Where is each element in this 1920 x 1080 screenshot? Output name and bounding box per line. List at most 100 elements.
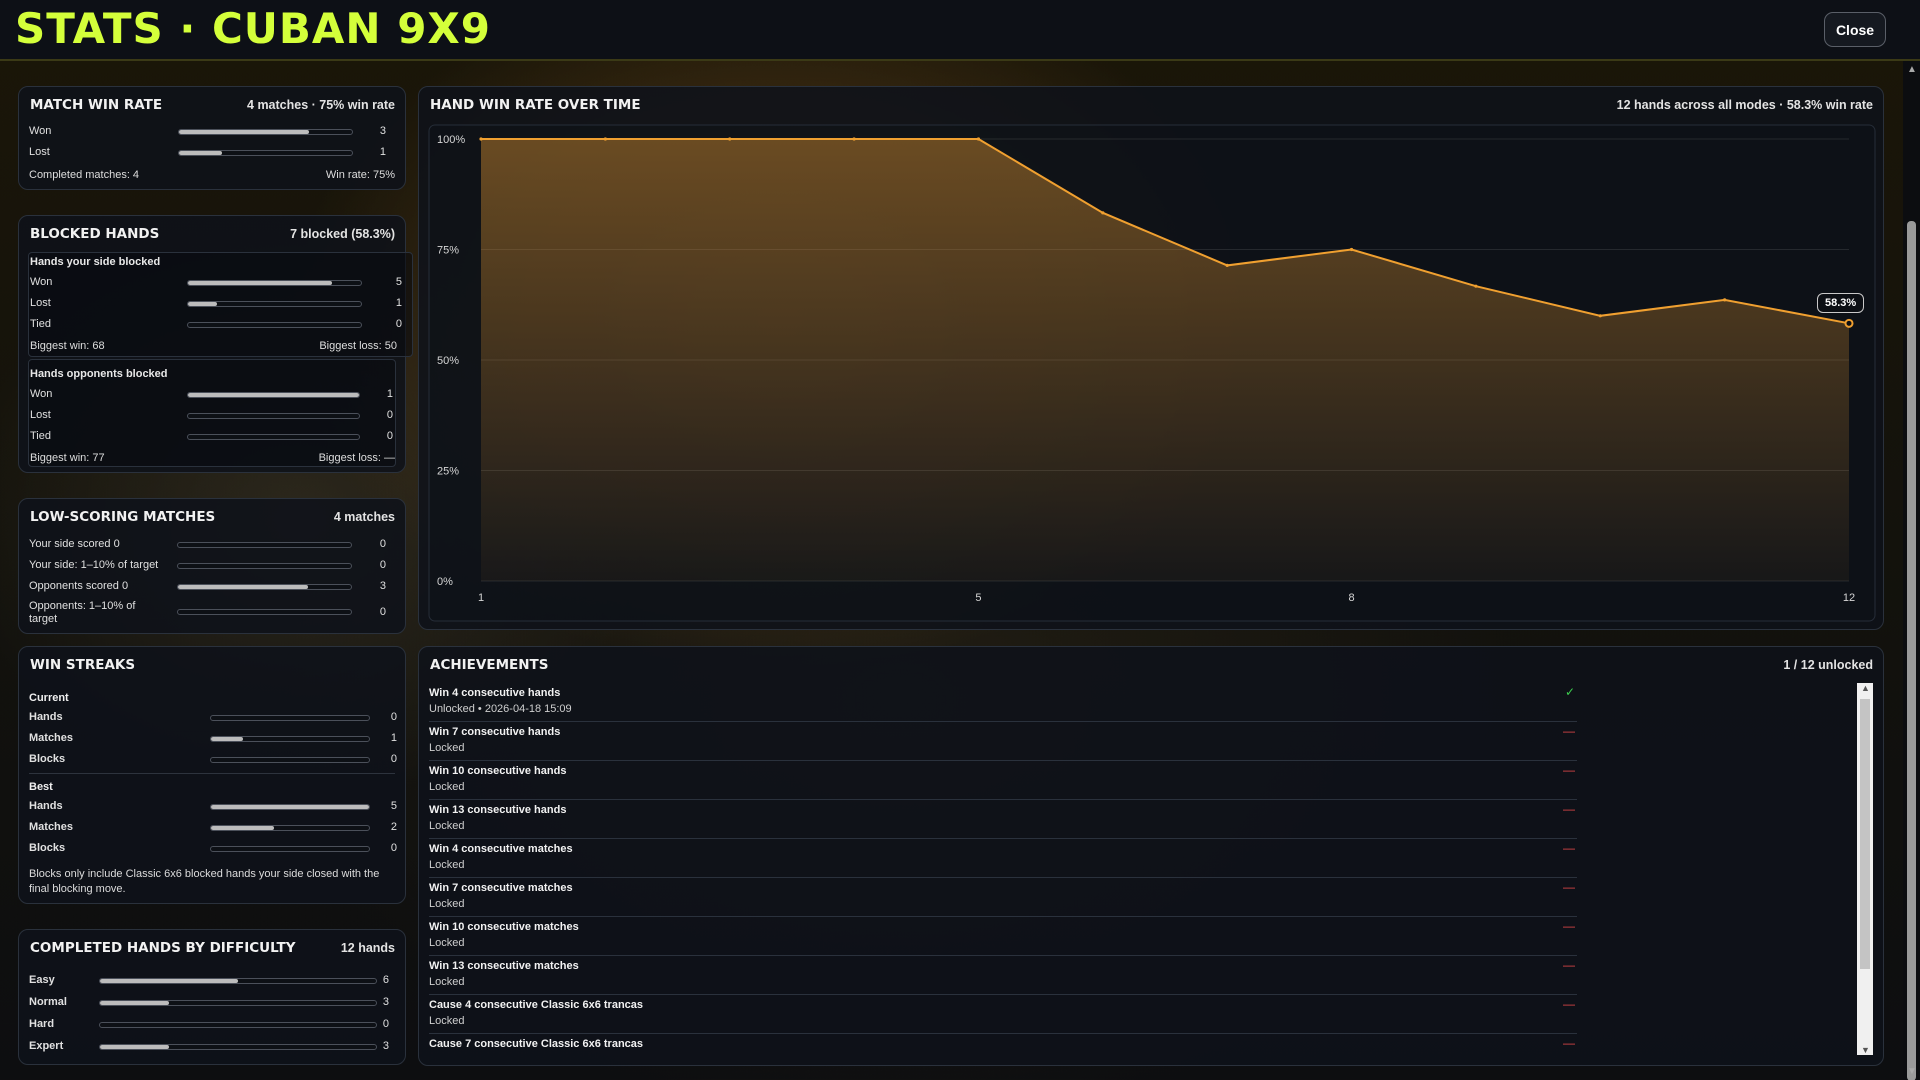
panel-meta: 7 blocked (58.3%) (290, 227, 395, 241)
stat-row-tied: Tied 0 (30, 317, 402, 333)
stat-value: 1 (390, 732, 397, 744)
stat-value: 0 (386, 430, 393, 442)
dash-icon: — (1563, 958, 1575, 972)
stat-bar (210, 736, 370, 742)
achievement-item: Win 10 consecutive hands Locked — (429, 761, 1577, 800)
achievement-item: Win 7 consecutive matches Locked — (429, 878, 1577, 917)
y-tick-label: 100% (437, 134, 465, 146)
stat-value: 3 (379, 580, 386, 592)
stat-label: Hands (29, 711, 63, 723)
achievement-name: Win 7 consecutive hands (429, 726, 561, 738)
stat-value: 3 (382, 1040, 389, 1052)
match-win-rate-panel: MATCH WIN RATE 4 matches · 75% win rate … (18, 86, 406, 190)
achievement-name: Win 13 consecutive matches (429, 960, 579, 972)
y-tick-label: 50% (437, 355, 459, 367)
scroll-down-icon[interactable]: ▼ (1907, 1066, 1917, 1077)
panel-meta: 12 hands (340, 941, 395, 955)
sub-title: Hands your side blocked (30, 256, 161, 268)
stat-bar (177, 542, 352, 548)
scrollbar-thumb[interactable] (1860, 699, 1870, 969)
scroll-up-icon[interactable]: ▲ (1861, 683, 1870, 693)
difficulty-panel: COMPLETED HANDS BY DIFFICULTY 12 hands E… (18, 929, 406, 1065)
streak-row: Hands 0 (29, 710, 397, 726)
data-point (976, 137, 981, 141)
data-point (1844, 318, 1854, 328)
close-button[interactable]: Close (1824, 12, 1886, 47)
x-tick-label: 1 (478, 592, 484, 604)
stat-bar (99, 978, 377, 984)
achievement-status: Locked (429, 859, 465, 871)
stat-label: Blocks (29, 753, 66, 765)
achievements-panel: ACHIEVEMENTS 1 / 12 unlocked Win 4 conse… (418, 646, 1884, 1066)
divider (29, 773, 395, 774)
achievement-status: Locked (429, 1015, 465, 1027)
x-tick-label: 12 (1843, 592, 1855, 604)
achievement-item: Win 13 consecutive matches Locked — (429, 956, 1577, 995)
achievement-name: Win 10 consecutive matches (429, 921, 579, 933)
sub-title: Hands opponents blocked (30, 368, 168, 380)
achievement-item: Win 10 consecutive matches Locked — (429, 917, 1577, 956)
stat-bar (187, 434, 360, 440)
stat-value: 3 (379, 125, 386, 137)
stat-row: Opponents scored 0 3 (29, 579, 396, 595)
stat-bar (99, 1000, 377, 1006)
stat-label: Tied (30, 318, 51, 330)
difficulty-row: Normal 3 (29, 995, 396, 1011)
achievement-item: Cause 7 consecutive Classic 6x6 trancas — (429, 1034, 1577, 1055)
achievement-item: Win 4 consecutive matches Locked — (429, 839, 1577, 878)
stat-bar (187, 413, 360, 419)
achievement-status: Locked (429, 820, 465, 832)
stat-bar (177, 563, 352, 569)
blocked-hands-panel: BLOCKED HANDS 7 blocked (58.3%) Hands yo… (18, 215, 413, 473)
panel-title: BLOCKED HANDS (30, 226, 160, 242)
stat-label: Opponents scored 0 (29, 580, 129, 592)
stat-value: 0 (390, 711, 397, 723)
stat-row-won: Won 3 (29, 124, 396, 140)
streak-row: Blocks 0 (29, 752, 397, 768)
achievement-item: Win 4 consecutive hands Unlocked • 2026-0… (429, 683, 1577, 722)
streak-row: Blocks 0 (29, 841, 397, 857)
stat-label-continued: target (29, 613, 58, 625)
achievement-status: Locked (429, 742, 465, 754)
stat-row-won: Won 5 (30, 275, 402, 291)
panel-title: WIN STREAKS (30, 657, 136, 673)
achievements-scrollbar[interactable]: ▲ ▼ (1857, 683, 1873, 1055)
stat-label: Your side scored 0 (29, 538, 120, 550)
panel-meta: 4 matches · 75% win rate (247, 98, 395, 112)
biggest-loss: Biggest loss: 50 (319, 340, 397, 352)
scrollbar-thumb[interactable] (1907, 221, 1916, 1080)
page-scrollbar[interactable]: ▲ ▼ (1903, 61, 1920, 1080)
stat-bar-fill (179, 151, 223, 155)
achievement-name: Win 13 consecutive hands (429, 804, 567, 816)
stat-value: 0 (386, 409, 393, 421)
stat-label: Matches (29, 732, 74, 744)
stat-bar (177, 609, 352, 615)
data-point (1101, 211, 1105, 215)
win-rate-text: Win rate: 75% (325, 169, 395, 181)
achievement-name: Cause 4 consecutive Classic 6x6 trancas (429, 999, 644, 1011)
stat-bar (178, 129, 353, 135)
data-point (603, 137, 607, 141)
panel-title: COMPLETED HANDS BY DIFFICULTY (30, 940, 296, 956)
stat-value: 0 (379, 606, 386, 618)
stat-value: 5 (390, 800, 397, 812)
dash-icon: — (1563, 802, 1575, 816)
stat-bar (178, 150, 353, 156)
panel-title: LOW-SCORING MATCHES (30, 509, 216, 525)
scroll-up-icon[interactable]: ▲ (1907, 64, 1917, 75)
win-streaks-panel: WIN STREAKS Current Hands 0 Matches 1 Bl… (18, 646, 406, 904)
achievement-status: Locked (429, 781, 465, 793)
achievement-status: Unlocked • 2026-04-18 15:09 (429, 703, 572, 715)
stat-bar-fill (100, 979, 238, 983)
stat-label: Easy (29, 974, 55, 986)
achievement-name: Win 4 consecutive hands (429, 687, 561, 699)
stat-bar (187, 392, 360, 398)
stat-bar (210, 825, 370, 831)
achievements-list[interactable]: Win 4 consecutive hands Unlocked • 2026-0… (429, 683, 1579, 1055)
scroll-down-icon[interactable]: ▼ (1861, 1045, 1870, 1055)
stat-value: 1 (395, 297, 402, 309)
stat-bar-fill (211, 737, 243, 741)
difficulty-row: Easy 6 (29, 973, 396, 989)
achievement-name: Win 7 consecutive matches (429, 882, 573, 894)
stat-label: Hard (29, 1018, 55, 1030)
